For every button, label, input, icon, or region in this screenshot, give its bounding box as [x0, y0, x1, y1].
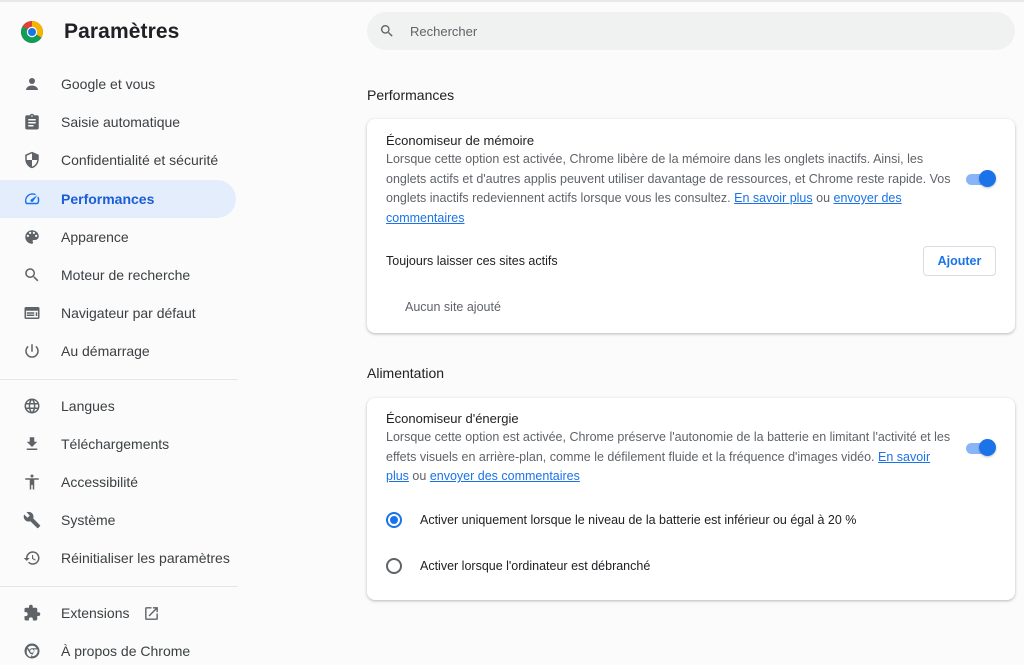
search-icon — [379, 23, 395, 39]
sidebar-item-a-propos[interactable]: À propos de Chrome — [0, 632, 236, 665]
search-bar[interactable] — [367, 12, 1015, 50]
open-in-new-icon — [143, 605, 160, 622]
sidebar-item-extensions[interactable]: Extensions — [0, 594, 236, 632]
sidebar-item-reinitialiser[interactable]: Réinitialiser les paramètres — [0, 539, 236, 577]
sidebar-item-label: Langues — [61, 398, 115, 414]
clipboard-icon — [22, 112, 42, 132]
power-icon — [22, 341, 42, 361]
restore-icon — [22, 548, 42, 568]
energy-saver-title: Économiseur d'énergie — [386, 411, 519, 426]
chrome-icon — [22, 641, 42, 661]
learn-more-link[interactable]: En savoir plus — [734, 191, 813, 205]
sidebar-item-telechargements[interactable]: Téléchargements — [0, 425, 236, 463]
sidebar-item-apparence[interactable]: Apparence — [0, 218, 236, 256]
sidebar-item-label: Apparence — [61, 229, 129, 245]
page-title: Paramètres — [64, 20, 180, 43]
speedometer-icon — [22, 189, 42, 209]
search-icon — [22, 265, 42, 285]
sidebar: Paramètres Google et vous Saisie automat… — [0, 2, 238, 665]
radio-label-unplugged[interactable]: Activer lorsque l'ordinateur est débranc… — [420, 559, 650, 573]
energy-saver-card: Économiseur d'énergie Lorsque cette opti… — [367, 398, 1015, 600]
sidebar-item-label: Saisie automatique — [61, 114, 181, 130]
sidebar-item-saisie-automatique[interactable]: Saisie automatique — [0, 103, 236, 141]
sidebar-item-label: Moteur de recherche — [61, 267, 191, 283]
chrome-logo-icon — [20, 20, 44, 44]
always-active-sites-label: Toujours laisser ces sites actifs — [386, 254, 558, 268]
sidebar-item-label: Extensions — [61, 605, 130, 621]
sidebar-item-label: Confidentialité et sécurité — [61, 152, 219, 168]
sidebar-item-label: Réinitialiser les paramètres — [61, 550, 230, 566]
search-input[interactable] — [410, 16, 990, 46]
section-title-alimentation: Alimentation — [367, 365, 445, 381]
sidebar-item-label: Accessibilité — [61, 474, 139, 490]
sidebar-item-label: Téléchargements — [61, 436, 170, 452]
sidebar-item-label: À propos de Chrome — [61, 643, 191, 659]
sidebar-item-navigateur-par-defaut[interactable]: Navigateur par défaut — [0, 294, 236, 332]
download-icon — [22, 434, 42, 454]
sidebar-item-label: Google et vous — [61, 76, 156, 92]
sidebar-divider — [0, 379, 238, 380]
or-text: ou — [816, 191, 831, 205]
memory-saver-toggle[interactable] — [965, 170, 997, 188]
puzzle-icon — [22, 603, 42, 623]
toggle-knob — [979, 439, 996, 456]
or-text: ou — [412, 469, 427, 483]
palette-icon — [22, 227, 42, 247]
radio-unplugged[interactable] — [386, 558, 402, 574]
radio-label-battery-20[interactable]: Activer uniquement lorsque le niveau de … — [420, 513, 856, 527]
sidebar-item-label: Navigateur par défaut — [61, 305, 196, 321]
memory-saver-description: Lorsque cette option est activée, Chrome… — [386, 150, 951, 228]
energy-saver-description: Lorsque cette option est activée, Chrome… — [386, 428, 951, 487]
sidebar-item-performances[interactable]: Performances — [0, 180, 236, 218]
sidebar-item-label: Performances — [61, 191, 155, 207]
no-sites-text: Aucun site ajouté — [405, 300, 501, 314]
sidebar-item-label: Au démarrage — [61, 343, 150, 359]
sidebar-item-label: Système — [61, 512, 116, 528]
brand: Paramètres — [20, 18, 179, 46]
sidebar-item-moteur-de-recherche[interactable]: Moteur de recherche — [0, 256, 236, 294]
browser-window-icon — [22, 303, 42, 323]
memory-saver-title: Économiseur de mémoire — [386, 133, 535, 148]
globe-icon — [22, 396, 42, 416]
sidebar-item-au-demarrage[interactable]: Au démarrage — [0, 332, 236, 370]
sidebar-divider — [0, 586, 238, 587]
accessibility-icon — [22, 472, 42, 492]
toggle-knob — [979, 170, 996, 187]
memory-saver-card: Économiseur de mémoire Lorsque cette opt… — [367, 119, 1015, 333]
radio-battery-20[interactable] — [386, 512, 402, 528]
shield-icon — [22, 150, 42, 170]
add-site-button[interactable]: Ajouter — [923, 246, 996, 276]
send-feedback-link[interactable]: envoyer des commentaires — [430, 469, 580, 483]
sidebar-item-systeme[interactable]: Système — [0, 501, 236, 539]
sidebar-item-google-et-vous[interactable]: Google et vous — [0, 65, 236, 103]
wrench-icon — [22, 510, 42, 530]
person-icon — [22, 74, 42, 94]
description-text: Lorsque cette option est activée, Chrome… — [386, 430, 951, 464]
energy-saver-toggle[interactable] — [965, 439, 997, 457]
sidebar-item-accessibilite[interactable]: Accessibilité — [0, 463, 236, 501]
section-title-performances: Performances — [367, 87, 455, 103]
sidebar-item-confidentialite[interactable]: Confidentialité et sécurité — [0, 141, 236, 179]
sidebar-item-langues[interactable]: Langues — [0, 387, 236, 425]
